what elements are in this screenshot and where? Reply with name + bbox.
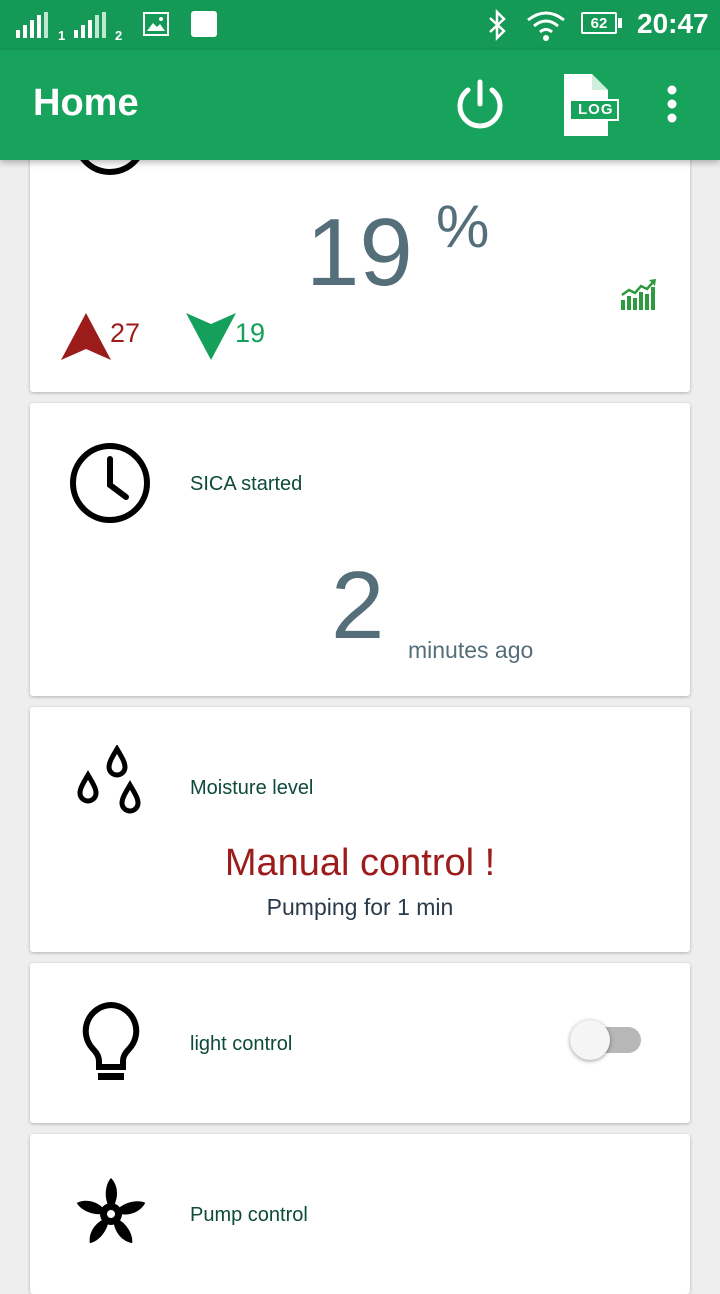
notification-square-icon <box>191 11 217 37</box>
started-card: SICA started 2 minutes ago <box>30 403 690 696</box>
started-value: 2 <box>331 552 385 659</box>
moisture-card: Moisture level Manual control ! Pumping … <box>30 707 690 952</box>
battery-icon: 62 <box>581 12 617 34</box>
pump-card: Pump control <box>30 1134 690 1294</box>
light-toggle-thumb[interactable] <box>570 1020 610 1060</box>
signal-sim2-icon <box>74 12 106 38</box>
battery-tip <box>618 18 622 28</box>
moisture-detail: Pumping for 1 min <box>266 894 454 920</box>
sim1-label: 1 <box>58 28 66 43</box>
min-arrow-icon <box>186 313 236 360</box>
max-value: 27 <box>110 318 141 348</box>
power-icon <box>457 79 503 129</box>
humidity-card: 19 % 27 19 <box>30 120 690 392</box>
started-title: SICA started <box>190 473 303 495</box>
water-drops-icon <box>77 745 141 814</box>
started-unit: minutes ago <box>408 637 534 663</box>
more-vert-icon <box>667 85 677 123</box>
sim2-label: 2 <box>115 28 123 43</box>
min-value: 19 <box>235 318 266 348</box>
wifi-icon <box>527 11 565 41</box>
max-arrow-icon <box>61 313 111 360</box>
light-title: light control <box>190 1033 293 1055</box>
image-notification-icon <box>143 12 169 36</box>
overflow-menu-button[interactable] <box>656 80 688 128</box>
pump-title: Pump control <box>190 1204 308 1226</box>
battery-level: 62 <box>590 15 608 32</box>
log-label: LOG <box>578 101 614 118</box>
page-title: Home <box>33 82 139 124</box>
status-bar: 1 2 62 20:47 <box>0 0 720 50</box>
clock-icon <box>70 443 150 523</box>
humidity-unit: % <box>436 193 490 260</box>
app-bar: Home LOG <box>0 50 720 160</box>
bluetooth-icon <box>489 9 506 41</box>
log-button[interactable]: LOG <box>556 70 622 140</box>
moisture-title: Moisture level <box>190 777 314 799</box>
humidity-value: 19 <box>306 199 413 306</box>
chart-trend-icon[interactable] <box>620 278 658 310</box>
power-button[interactable] <box>450 74 510 134</box>
light-card: light control <box>30 963 690 1123</box>
signal-sim1-icon <box>16 12 48 38</box>
moisture-status: Manual control ! <box>224 842 496 884</box>
clock: 20:47 <box>637 8 709 39</box>
lightbulb-icon <box>82 1001 140 1080</box>
fan-icon <box>76 1178 146 1244</box>
